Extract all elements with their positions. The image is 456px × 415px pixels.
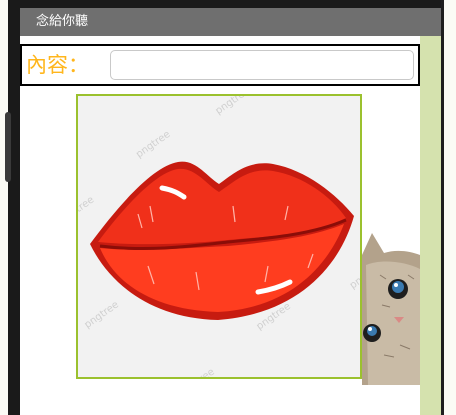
content-input[interactable] xyxy=(110,50,414,80)
bezel-edge xyxy=(8,0,20,415)
right-side-panel xyxy=(420,36,441,415)
status-bar xyxy=(20,0,441,8)
watermark-text: pngtree xyxy=(83,299,121,330)
lips-illustration: pngtree pngtree pngtree pngtree pngtree … xyxy=(78,96,360,377)
watermark-text: pngtree xyxy=(134,129,172,160)
device-left-bezel xyxy=(0,0,20,415)
app-title: 念給你聽 xyxy=(36,14,89,29)
content-label: 內容： xyxy=(26,53,89,77)
app-title-bar: 念給你聽 xyxy=(20,8,441,36)
side-button xyxy=(5,112,11,182)
bezel-edge xyxy=(441,0,444,415)
watermark-text: pngtree xyxy=(78,194,96,225)
cat-image xyxy=(360,225,420,385)
watermark-text: pngtree xyxy=(214,96,252,117)
lips-image[interactable]: pngtree pngtree pngtree pngtree pngtree … xyxy=(76,94,362,379)
cat-illustration xyxy=(362,233,420,385)
device-right-bezel xyxy=(441,0,456,415)
content-input-row: 內容： xyxy=(20,44,420,86)
watermark-text: pngtree xyxy=(178,366,216,377)
watermark-text: pngtree xyxy=(348,260,360,291)
